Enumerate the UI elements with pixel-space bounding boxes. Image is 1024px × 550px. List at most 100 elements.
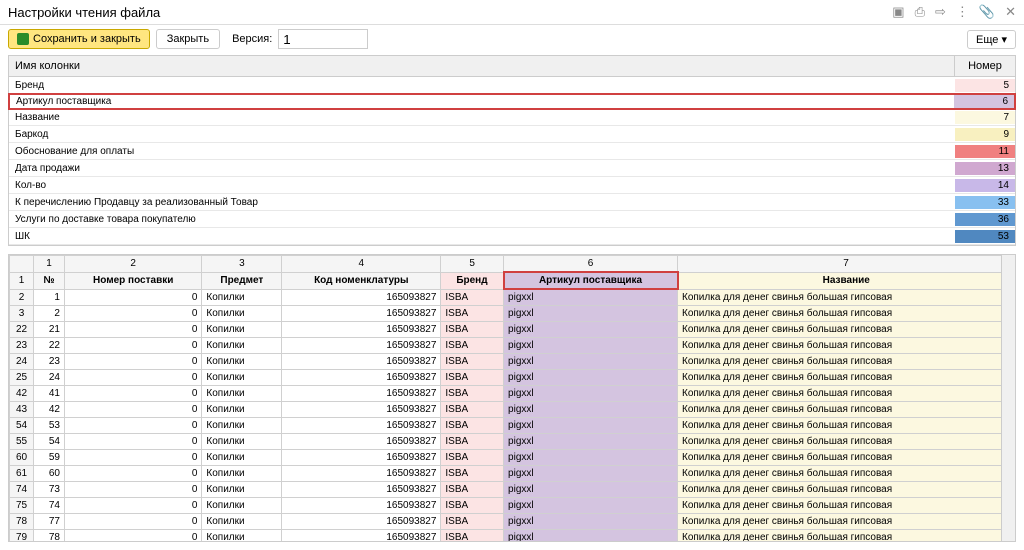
col-number: 13 (955, 162, 1015, 175)
table-row[interactable]: 43420Копилки165093827ISBApigxxlКопилка д… (10, 402, 1015, 418)
cell: Копилка для денег свинья большая гипсова… (678, 482, 1015, 498)
cell: 2 (10, 289, 34, 306)
column-row[interactable]: Артикул поставщика6 (8, 93, 1016, 110)
cell: 165093827 (282, 434, 441, 450)
help-icon[interactable]: ⋮ (956, 4, 969, 20)
col-num-header: 5 (441, 256, 504, 273)
cell: Копилки (202, 482, 282, 498)
cell: Копилка для денег свинья большая гипсова… (678, 338, 1015, 354)
cell: 165093827 (282, 338, 441, 354)
cell: pigxxl (504, 530, 678, 542)
column-row[interactable]: Услуги по доставке товара покупателю36 (9, 211, 1015, 228)
cell: 165093827 (282, 370, 441, 386)
table-row[interactable]: 25240Копилки165093827ISBApigxxlКопилка д… (10, 370, 1015, 386)
header-cell: Бренд (441, 272, 504, 289)
col-name: Кол-во (9, 179, 955, 192)
table-row[interactable]: 210Копилки165093827ISBApigxxlКопилка для… (10, 289, 1015, 306)
preview-table[interactable]: 12345671№Номер поставкиПредметКод номенк… (9, 255, 1015, 541)
cell: 165093827 (282, 466, 441, 482)
col-name: Обоснование для оплаты (9, 145, 955, 158)
more-button[interactable]: Еще ▾ (967, 30, 1016, 49)
cell: 21 (34, 322, 65, 338)
column-row[interactable]: Кол-во14 (9, 177, 1015, 194)
table-row[interactable]: 79780Копилки165093827ISBApigxxlКопилка д… (10, 530, 1015, 542)
cell: 3 (10, 306, 34, 322)
cell: 42 (34, 402, 65, 418)
header-cell: № (34, 272, 65, 289)
cell: 165093827 (282, 418, 441, 434)
table-row[interactable]: 22210Копилки165093827ISBApigxxlКопилка д… (10, 322, 1015, 338)
cell: 0 (64, 402, 201, 418)
column-row[interactable]: ШК53 (9, 228, 1015, 245)
cell: Копилка для денег свинья большая гипсова… (678, 434, 1015, 450)
cell: ISBA (441, 289, 504, 306)
cell: 165093827 (282, 386, 441, 402)
cell: 0 (64, 482, 201, 498)
report-icon[interactable]: ▣ (892, 4, 904, 20)
cell: 54 (34, 434, 65, 450)
col-number: 7 (955, 111, 1015, 124)
cell: Копилка для денег свинья большая гипсова… (678, 306, 1015, 322)
link-icon[interactable]: ⇨ (935, 4, 946, 20)
print-icon[interactable]: ⎙ (915, 4, 925, 20)
cell: Копилки (202, 370, 282, 386)
cell: 73 (34, 482, 65, 498)
col-name: К перечислению Продавцу за реализованный… (9, 196, 955, 209)
cell: 77 (34, 514, 65, 530)
column-row[interactable]: Баркод9 (9, 126, 1015, 143)
cell: Копилки (202, 450, 282, 466)
cell: 0 (64, 386, 201, 402)
column-row[interactable]: Обоснование для оплаты11 (9, 143, 1015, 160)
cell: 165093827 (282, 514, 441, 530)
cell: ISBA (441, 450, 504, 466)
col-name: Баркод (9, 128, 955, 141)
table-row[interactable]: 55540Копилки165093827ISBApigxxlКопилка д… (10, 434, 1015, 450)
cell: Копилка для денег свинья большая гипсова… (678, 386, 1015, 402)
cell: ISBA (441, 466, 504, 482)
close-icon[interactable]: ✕ (1005, 4, 1016, 20)
column-row[interactable]: Бренд5 (9, 77, 1015, 94)
cell: 22 (10, 322, 34, 338)
cell: 165093827 (282, 482, 441, 498)
header-cell: Название (678, 272, 1015, 289)
cell: Копилка для денег свинья большая гипсова… (678, 514, 1015, 530)
col-number: 53 (955, 230, 1015, 243)
cell: 24 (34, 370, 65, 386)
cell: 23 (10, 338, 34, 354)
table-row[interactable]: 24230Копилки165093827ISBApigxxlКопилка д… (10, 354, 1015, 370)
table-row[interactable]: 320Копилки165093827ISBApigxxlКопилка для… (10, 306, 1015, 322)
table-row[interactable]: 61600Копилки165093827ISBApigxxlКопилка д… (10, 466, 1015, 482)
table-row[interactable]: 23220Копилки165093827ISBApigxxlКопилка д… (10, 338, 1015, 354)
col-number: 11 (955, 145, 1015, 158)
table-row[interactable]: 75740Копилки165093827ISBApigxxlКопилка д… (10, 498, 1015, 514)
cell: Копилки (202, 530, 282, 542)
cell: pigxxl (504, 386, 678, 402)
table-row[interactable]: 42410Копилки165093827ISBApigxxlКопилка д… (10, 386, 1015, 402)
cell: 0 (64, 434, 201, 450)
paperclip-icon[interactable]: 📎 (979, 4, 995, 20)
cell: 165093827 (282, 306, 441, 322)
header-cell: 1 (10, 272, 34, 289)
column-row[interactable]: Название7 (9, 109, 1015, 126)
cell: 79 (10, 530, 34, 542)
column-row[interactable]: Дата продажи13 (9, 160, 1015, 177)
cell: 54 (10, 418, 34, 434)
cell: ISBA (441, 338, 504, 354)
window-title: Настройки чтения файла (8, 5, 892, 20)
cell: 0 (64, 418, 201, 434)
column-row[interactable]: К перечислению Продавцу за реализованный… (9, 194, 1015, 211)
cell: 165093827 (282, 498, 441, 514)
table-row[interactable]: 54530Копилки165093827ISBApigxxlКопилка д… (10, 418, 1015, 434)
cell: 0 (64, 450, 201, 466)
save-and-close-button[interactable]: Сохранить и закрыть (8, 29, 150, 49)
cell: Копилки (202, 418, 282, 434)
table-row[interactable]: 60590Копилки165093827ISBApigxxlКопилка д… (10, 450, 1015, 466)
table-row[interactable]: 74730Копилки165093827ISBApigxxlКопилка д… (10, 482, 1015, 498)
close-button[interactable]: Закрыть (156, 29, 220, 49)
cell: 78 (10, 514, 34, 530)
vertical-scrollbar[interactable] (1001, 255, 1015, 541)
table-row[interactable]: 78770Копилки165093827ISBApigxxlКопилка д… (10, 514, 1015, 530)
cell: pigxxl (504, 498, 678, 514)
col-num-header: 3 (202, 256, 282, 273)
version-select[interactable] (278, 29, 368, 49)
